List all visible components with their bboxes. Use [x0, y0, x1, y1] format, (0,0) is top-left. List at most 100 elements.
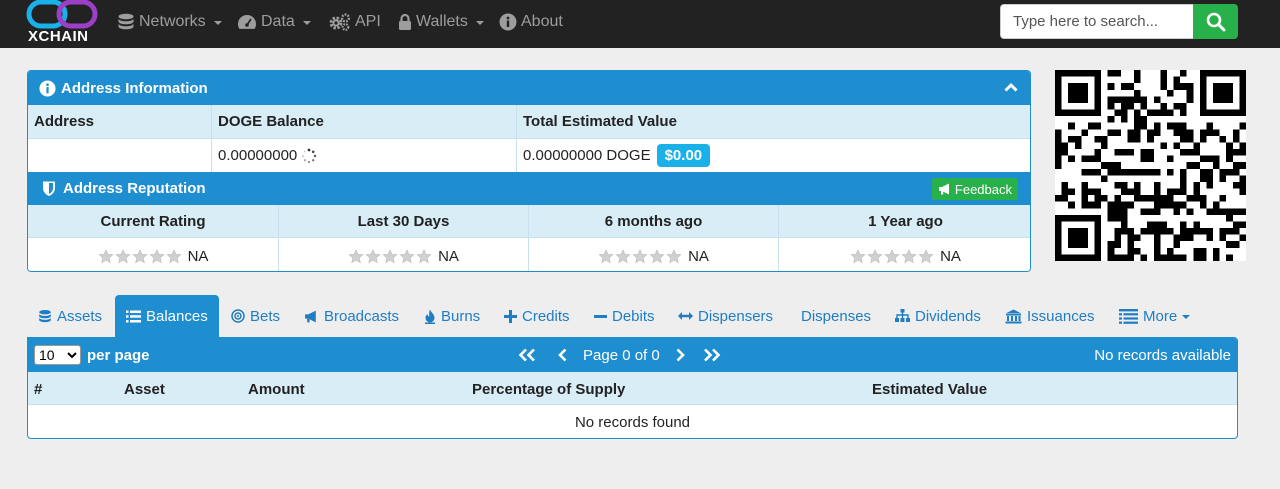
rating-cell-1year: NA: [779, 238, 1030, 271]
feedback-label: Feedback: [954, 181, 1012, 197]
arrows-h-icon: [678, 312, 693, 320]
tab-dividends[interactable]: Dividends: [895, 295, 981, 337]
star-icon: [114, 249, 131, 264]
chevron-down-icon: [475, 21, 484, 25]
tab-assets[interactable]: Assets: [38, 295, 102, 337]
xchain-logo-icon: [26, 0, 98, 29]
list-alt-icon: [1119, 308, 1138, 324]
star-icon: [416, 249, 432, 264]
nav-api-label: API: [355, 13, 381, 30]
tab-dispenses[interactable]: Dispenses: [801, 295, 871, 337]
tab-debits-label: Debits: [612, 307, 655, 325]
bullhorn-icon: [305, 310, 316, 322]
tab-debits[interactable]: Debits: [594, 295, 655, 337]
tab-burns[interactable]: Burns: [424, 295, 480, 337]
tab-burns-label: Burns: [441, 307, 481, 325]
column-header-asset[interactable]: Asset: [124, 381, 165, 398]
chevron-right-icon: [676, 348, 685, 362]
tab-issuances[interactable]: Issuances: [1005, 295, 1095, 337]
star-icon: [382, 249, 398, 264]
chevron-down-icon: [213, 21, 222, 25]
star-icon: [598, 249, 614, 264]
reputation-header: Address Reputation: [28, 172, 1030, 205]
first-page-button[interactable]: [517, 348, 539, 362]
database-icon: [118, 13, 134, 30]
tab-dispenses-label: Dispenses: [801, 307, 872, 325]
usd-value-badge: $0.00: [656, 144, 711, 167]
star-icon: [632, 249, 648, 264]
fire-icon: [425, 309, 435, 324]
total-value: 0.00000000 DOGE: [523, 147, 651, 164]
tab-balances[interactable]: Balances: [115, 295, 219, 337]
brand-name: XCHAIN: [28, 28, 89, 45]
tab-dispensers-label: Dispensers: [698, 307, 774, 325]
search-button[interactable]: [1193, 4, 1238, 39]
nav-about[interactable]: About: [499, 12, 563, 32]
tab-credits-label: Credits: [522, 307, 570, 325]
tab-more[interactable]: More: [1119, 295, 1191, 337]
records-status: No records available: [1094, 347, 1231, 364]
rating-header-30days: Last 30 Days: [279, 205, 529, 238]
nav-data[interactable]: Data: [237, 12, 311, 32]
lock-icon: [399, 13, 411, 30]
balances-header-row: # Asset Amount Percentage of Supply Esti…: [28, 372, 1237, 405]
navbar: XCHAIN Networks Data API Wallets About T…: [0, 0, 1280, 48]
rating-cell-6months: NA: [529, 238, 779, 271]
balance-header: DOGE Balance: [212, 105, 517, 139]
tab-broadcasts[interactable]: Broadcasts: [304, 295, 399, 337]
next-page-button[interactable]: [674, 348, 686, 362]
rating-cell-30days: NA: [279, 238, 529, 271]
column-header-percentage[interactable]: Percentage of Supply: [472, 381, 625, 398]
rating-value: NA: [438, 248, 459, 265]
tab-bets[interactable]: Bets: [231, 295, 280, 337]
tab-broadcasts-label: Broadcasts: [324, 307, 400, 325]
chevron-left-icon: [558, 348, 567, 362]
tab-bets-label: Bets: [250, 307, 281, 325]
reputation-title: Address Reputation: [63, 180, 206, 197]
rating-cell-current: NA: [28, 238, 279, 271]
tab-dispensers[interactable]: Dispensers: [678, 295, 773, 337]
collapse-button[interactable]: [1004, 82, 1018, 92]
nav-networks[interactable]: Networks: [117, 12, 222, 32]
sitemap-icon: [895, 309, 910, 322]
per-page-label: per page: [87, 347, 150, 364]
address-value[interactable]: [28, 139, 212, 172]
star-icon: [165, 249, 182, 264]
search-input[interactable]: [1000, 4, 1194, 39]
star-icon: [884, 249, 900, 264]
caret-down-icon: [1182, 315, 1191, 319]
star-rating: [850, 249, 934, 264]
per-page-select[interactable]: 10: [34, 345, 81, 365]
dashboard-icon: [238, 15, 256, 29]
spinner-icon: [302, 148, 317, 163]
balance-cell: 0.00000000: [212, 139, 517, 172]
last-page-button[interactable]: [700, 348, 722, 362]
prev-page-button[interactable]: [557, 348, 569, 362]
tab-issuances-label: Issuances: [1027, 307, 1095, 325]
tab-balances-label: Balances: [146, 307, 208, 325]
pagination: Page 0 of 0: [517, 338, 722, 372]
tab-credits[interactable]: Credits: [504, 295, 570, 337]
nav-about-label: About: [521, 13, 563, 30]
chevron-down-icon: [302, 21, 311, 25]
total-cell: 0.00000000 DOGE $0.00: [517, 139, 1030, 172]
feedback-button[interactable]: Feedback: [931, 178, 1018, 200]
nav-wallets[interactable]: Wallets: [398, 12, 484, 32]
column-header-index[interactable]: #: [34, 381, 42, 398]
qr-code-icon: [1055, 70, 1246, 261]
tab-assets-label: Assets: [57, 307, 103, 325]
rating-header-1year: 1 Year ago: [779, 205, 1030, 238]
address-info-title: Address Information: [61, 79, 208, 97]
star-icon: [148, 249, 165, 264]
star-icon: [666, 249, 682, 264]
shield-icon: [43, 181, 55, 196]
info-circle-icon: [39, 79, 56, 97]
column-header-estimated-value[interactable]: Estimated Value: [872, 381, 987, 398]
balances-table: 10 per page Page 0 of 0 No records avail…: [27, 337, 1238, 439]
tab-dividends-label: Dividends: [915, 307, 981, 325]
nav-api[interactable]: API: [329, 12, 381, 32]
rating-header-6months: 6 months ago: [529, 205, 779, 238]
address-info-header: Address Information: [28, 71, 1030, 105]
star-rating: [97, 249, 182, 264]
column-header-amount[interactable]: Amount: [248, 381, 305, 398]
